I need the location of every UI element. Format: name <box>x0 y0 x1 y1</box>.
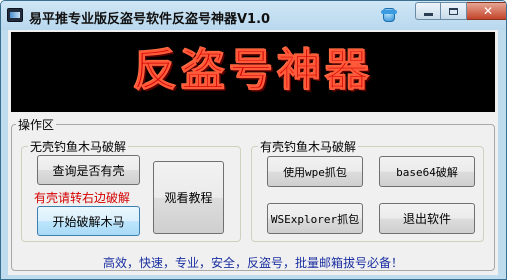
maximize-button[interactable] <box>441 2 467 20</box>
close-icon: ✕ <box>482 4 494 18</box>
close-button[interactable]: ✕ <box>467 2 506 20</box>
exit-button[interactable]: 退出软件 <box>379 203 475 234</box>
title-bar[interactable]: 易平推专业版反盗号软件反盗号神器V1.0 ✕ <box>1 1 506 30</box>
main-window: 易平推专业版反盗号软件反盗号神器V1.0 ✕ 反盗号神器 操作区 无壳钓鱼木马破… <box>0 0 507 280</box>
client-area: 反盗号神器 操作区 无壳钓鱼木马破解 有壳钓鱼木马破解 查询是否有壳 有壳请转右… <box>8 30 498 275</box>
app-icon <box>7 8 23 22</box>
banner: 反盗号神器 <box>11 32 495 112</box>
window-title: 易平推专业版反盗号软件反盗号神器V1.0 <box>29 12 271 27</box>
window-controls: ✕ <box>415 2 506 20</box>
banner-title: 反盗号神器 <box>133 45 373 96</box>
wpe-capture-button[interactable]: 使用wpe抓包 <box>267 156 363 187</box>
operation-group-label: 操作区 <box>18 118 55 132</box>
shell-warning-text: 有壳请转右边破解 <box>34 191 131 205</box>
shelled-group-label: 有壳钓鱼木马破解 <box>260 140 357 154</box>
tutorial-button[interactable]: 观看教程 <box>153 161 224 234</box>
footer-slogan: 高效，快速，专业，安全，反盗号，批量邮箱拔号必备！ <box>102 256 403 270</box>
skin-icon[interactable] <box>381 8 397 22</box>
unshelled-group-label: 无壳钓鱼木马破解 <box>30 140 127 154</box>
base64-crack-button[interactable]: base64破解 <box>379 156 475 187</box>
wsexplorer-capture-button[interactable]: WSExplorer抓包 <box>267 203 363 234</box>
check-shell-button[interactable]: 查询是否有壳 <box>37 155 140 185</box>
minimize-button[interactable] <box>415 2 441 20</box>
minimize-icon <box>423 12 433 16</box>
start-crack-button[interactable]: 开始破解木马 <box>37 206 140 236</box>
maximize-icon <box>449 7 458 15</box>
